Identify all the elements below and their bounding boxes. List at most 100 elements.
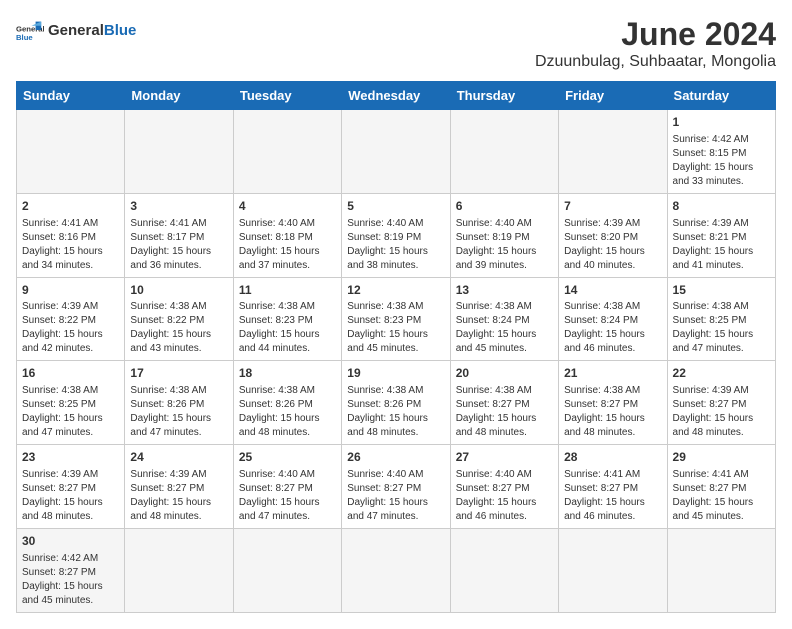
calendar-cell: 20 Sunrise: 4:38 AM Sunset: 8:27 PM Dayli… xyxy=(450,361,558,445)
calendar-cell: 19Sunrise: 4:38 AM Sunset: 8:26 PM Dayli… xyxy=(342,361,450,445)
logo-text: GeneralBlue xyxy=(48,22,136,39)
day-info: Sunrise: 4:38 AM Sunset: 8:26 PM Dayligh… xyxy=(130,384,227,440)
day-number: 20 xyxy=(456,365,553,382)
day-number: 29 xyxy=(673,449,770,466)
day-number: 15 xyxy=(673,282,770,299)
calendar-cell: 24Sunrise: 4:39 AM Sunset: 8:27 PM Dayli… xyxy=(125,445,233,529)
day-info: Sunrise: 4:39 AM Sunset: 8:21 PM Dayligh… xyxy=(673,217,770,273)
calendar-cell: 9Sunrise: 4:39 AM Sunset: 8:22 PM Daylig… xyxy=(17,277,125,361)
day-info: Sunrise: 4:38 AM Sunset: 8:24 PM Dayligh… xyxy=(564,300,661,356)
calendar-cell: 27Sunrise: 4:40 AM Sunset: 8:27 PM Dayli… xyxy=(450,445,558,529)
day-number: 28 xyxy=(564,449,661,466)
calendar-week-row: 1Sunrise: 4:42 AM Sunset: 8:15 PM Daylig… xyxy=(17,110,776,194)
calendar-cell: 12Sunrise: 4:38 AM Sunset: 8:23 PM Dayli… xyxy=(342,277,450,361)
calendar-cell xyxy=(559,110,667,194)
day-info: Sunrise: 4:38 AM Sunset: 8:27 PM Dayligh… xyxy=(456,384,553,440)
day-number: 6 xyxy=(456,198,553,215)
day-info: Sunrise: 4:42 AM Sunset: 8:15 PM Dayligh… xyxy=(673,133,770,189)
calendar-cell: 6 Sunrise: 4:40 AM Sunset: 8:19 PM Daylig… xyxy=(450,193,558,277)
day-number: 10 xyxy=(130,282,227,299)
calendar-cell xyxy=(125,528,233,612)
calendar-table: SundayMondayTuesdayWednesdayThursdayFrid… xyxy=(16,81,776,613)
day-number: 18 xyxy=(239,365,336,382)
calendar-cell: 14Sunrise: 4:38 AM Sunset: 8:24 PM Dayli… xyxy=(559,277,667,361)
day-number: 7 xyxy=(564,198,661,215)
calendar-cell xyxy=(450,110,558,194)
day-info: Sunrise: 4:39 AM Sunset: 8:22 PM Dayligh… xyxy=(22,300,119,356)
calendar-cell: 30 Sunrise: 4:42 AM Sunset: 8:27 PM Dayli… xyxy=(17,528,125,612)
day-info: Sunrise: 4:38 AM Sunset: 8:25 PM Dayligh… xyxy=(673,300,770,356)
day-number: 23 xyxy=(22,449,119,466)
day-info: Sunrise: 4:40 AM Sunset: 8:19 PM Dayligh… xyxy=(456,217,553,273)
day-number: 25 xyxy=(239,449,336,466)
svg-text:Blue: Blue xyxy=(16,33,33,42)
calendar-cell: 1Sunrise: 4:42 AM Sunset: 8:15 PM Daylig… xyxy=(667,110,775,194)
day-info: Sunrise: 4:39 AM Sunset: 8:27 PM Dayligh… xyxy=(22,468,119,524)
header-day-sunday: Sunday xyxy=(17,82,125,110)
day-number: 2 xyxy=(22,198,119,215)
logo: General Blue GeneralBlue xyxy=(16,16,136,44)
day-number: 24 xyxy=(130,449,227,466)
day-info: Sunrise: 4:38 AM Sunset: 8:23 PM Dayligh… xyxy=(347,300,444,356)
day-info: Sunrise: 4:38 AM Sunset: 8:22 PM Dayligh… xyxy=(130,300,227,356)
calendar-cell xyxy=(559,528,667,612)
header-day-tuesday: Tuesday xyxy=(233,82,341,110)
calendar-cell xyxy=(233,110,341,194)
day-info: Sunrise: 4:41 AM Sunset: 8:16 PM Dayligh… xyxy=(22,217,119,273)
day-number: 17 xyxy=(130,365,227,382)
header-day-friday: Friday xyxy=(559,82,667,110)
calendar-cell: 7Sunrise: 4:39 AM Sunset: 8:20 PM Daylig… xyxy=(559,193,667,277)
day-number: 27 xyxy=(456,449,553,466)
day-info: Sunrise: 4:40 AM Sunset: 8:18 PM Dayligh… xyxy=(239,217,336,273)
calendar-cell xyxy=(450,528,558,612)
calendar-cell: 8 Sunrise: 4:39 AM Sunset: 8:21 PM Daylig… xyxy=(667,193,775,277)
day-info: Sunrise: 4:38 AM Sunset: 8:26 PM Dayligh… xyxy=(347,384,444,440)
title-area: June 2024 Dzuunbulag, Suhbaatar, Mongoli… xyxy=(535,16,776,71)
calendar-cell: 4 Sunrise: 4:40 AM Sunset: 8:18 PM Daylig… xyxy=(233,193,341,277)
day-info: Sunrise: 4:38 AM Sunset: 8:25 PM Dayligh… xyxy=(22,384,119,440)
header-day-monday: Monday xyxy=(125,82,233,110)
calendar-cell: 10Sunrise: 4:38 AM Sunset: 8:22 PM Dayli… xyxy=(125,277,233,361)
calendar-cell: 23 Sunrise: 4:39 AM Sunset: 8:27 PM Dayli… xyxy=(17,445,125,529)
day-number: 5 xyxy=(347,198,444,215)
day-info: Sunrise: 4:38 AM Sunset: 8:23 PM Dayligh… xyxy=(239,300,336,356)
day-info: Sunrise: 4:38 AM Sunset: 8:26 PM Dayligh… xyxy=(239,384,336,440)
calendar-cell xyxy=(233,528,341,612)
day-info: Sunrise: 4:39 AM Sunset: 8:27 PM Dayligh… xyxy=(673,384,770,440)
calendar-cell xyxy=(342,528,450,612)
day-number: 14 xyxy=(564,282,661,299)
calendar-cell: 18 Sunrise: 4:38 AM Sunset: 8:26 PM Dayli… xyxy=(233,361,341,445)
calendar-week-row: 2 Sunrise: 4:41 AM Sunset: 8:16 PM Daylig… xyxy=(17,193,776,277)
calendar-cell xyxy=(125,110,233,194)
day-number: 12 xyxy=(347,282,444,299)
day-info: Sunrise: 4:38 AM Sunset: 8:24 PM Dayligh… xyxy=(456,300,553,356)
calendar-cell xyxy=(342,110,450,194)
calendar-cell: 3 Sunrise: 4:41 AM Sunset: 8:17 PM Daylig… xyxy=(125,193,233,277)
calendar-cell: 29Sunrise: 4:41 AM Sunset: 8:27 PM Dayli… xyxy=(667,445,775,529)
day-number: 3 xyxy=(130,198,227,215)
day-number: 4 xyxy=(239,198,336,215)
day-number: 30 xyxy=(22,533,119,550)
day-number: 13 xyxy=(456,282,553,299)
calendar-cell: 5 Sunrise: 4:40 AM Sunset: 8:19 PM Daylig… xyxy=(342,193,450,277)
calendar-week-row: 9Sunrise: 4:39 AM Sunset: 8:22 PM Daylig… xyxy=(17,277,776,361)
logo-icon: General Blue xyxy=(16,16,44,44)
day-number: 16 xyxy=(22,365,119,382)
calendar-cell: 11Sunrise: 4:38 AM Sunset: 8:23 PM Dayli… xyxy=(233,277,341,361)
calendar-cell: 28 Sunrise: 4:41 AM Sunset: 8:27 PM Dayli… xyxy=(559,445,667,529)
calendar-week-row: 30 Sunrise: 4:42 AM Sunset: 8:27 PM Dayli… xyxy=(17,528,776,612)
day-info: Sunrise: 4:40 AM Sunset: 8:19 PM Dayligh… xyxy=(347,217,444,273)
calendar-cell xyxy=(667,528,775,612)
header-day-saturday: Saturday xyxy=(667,82,775,110)
day-number: 9 xyxy=(22,282,119,299)
day-number: 22 xyxy=(673,365,770,382)
day-number: 8 xyxy=(673,198,770,215)
calendar-cell: 26Sunrise: 4:40 AM Sunset: 8:27 PM Dayli… xyxy=(342,445,450,529)
day-info: Sunrise: 4:41 AM Sunset: 8:17 PM Dayligh… xyxy=(130,217,227,273)
header: General Blue GeneralBlue June 2024 Dzuun… xyxy=(16,16,776,71)
day-info: Sunrise: 4:42 AM Sunset: 8:27 PM Dayligh… xyxy=(22,552,119,608)
header-day-wednesday: Wednesday xyxy=(342,82,450,110)
day-info: Sunrise: 4:41 AM Sunset: 8:27 PM Dayligh… xyxy=(564,468,661,524)
calendar-title: June 2024 xyxy=(535,16,776,53)
calendar-week-row: 16 Sunrise: 4:38 AM Sunset: 8:25 PM Dayli… xyxy=(17,361,776,445)
